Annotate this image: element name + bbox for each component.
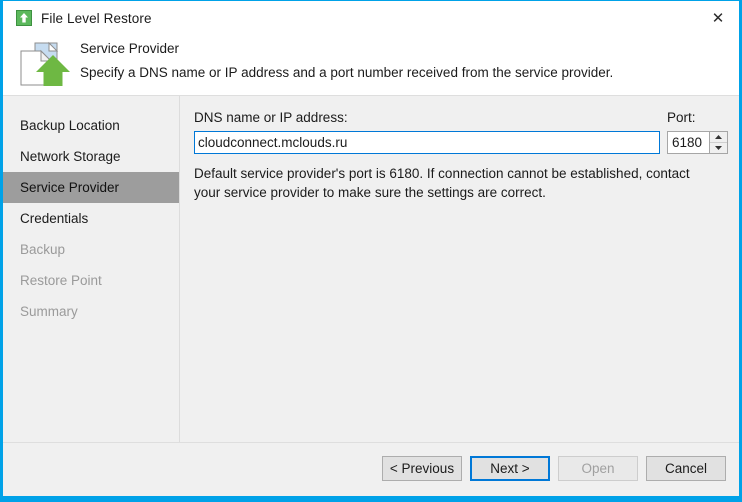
spinner-up-arrow-icon <box>715 135 722 139</box>
close-button[interactable]: ✕ <box>697 2 739 35</box>
sidebar-item-restore-point: Restore Point <box>3 265 179 296</box>
wizard-footer: < Previous Next > Open Cancel <box>3 442 739 496</box>
connection-fields-row: DNS name or IP address: Port: <box>194 110 728 162</box>
dns-field-label: DNS name or IP address: <box>194 110 348 125</box>
file-restore-icon <box>20 41 70 86</box>
wizard-header: Service Provider Specify a DNS name or I… <box>3 35 739 96</box>
close-icon: ✕ <box>711 8 725 27</box>
page-subtitle: Specify a DNS name or IP address and a p… <box>80 65 614 80</box>
sidebar-item-backup-location[interactable]: Backup Location <box>3 110 179 141</box>
green-upload-arrow-icon <box>16 10 32 26</box>
sidebar-item-backup: Backup <box>3 234 179 265</box>
page-title: Service Provider <box>80 41 180 56</box>
port-field-label: Port: <box>667 110 696 125</box>
sidebar-item-label: Summary <box>20 304 78 319</box>
port-hint-text: Default service provider's port is 6180.… <box>194 166 690 200</box>
next-button[interactable]: Next > <box>470 456 550 481</box>
file-level-restore-window: File Level Restore ✕ Service Provider Sp… <box>0 0 742 502</box>
sidebar-item-label: Backup Location <box>20 118 120 133</box>
port-spinner-down-button[interactable] <box>710 143 727 153</box>
sidebar-item-network-storage[interactable]: Network Storage <box>3 141 179 172</box>
sidebar-item-service-provider[interactable]: Service Provider <box>3 172 179 203</box>
sidebar-item-label: Service Provider <box>20 180 120 195</box>
window-title: File Level Restore <box>41 10 152 26</box>
title-bar: File Level Restore ✕ <box>3 1 739 35</box>
cancel-button[interactable]: Cancel <box>646 456 726 481</box>
sidebar-item-label: Network Storage <box>20 149 121 164</box>
wizard-main-pane: DNS name or IP address: Port: <box>181 96 739 443</box>
sidebar-item-label: Credentials <box>20 211 89 226</box>
spinner-down-arrow-icon <box>715 146 722 150</box>
port-stepper[interactable] <box>667 131 728 154</box>
sidebar-item-label: Restore Point <box>20 273 102 288</box>
header-text-block: Service Provider Specify a DNS name or I… <box>80 40 725 82</box>
sidebar-item-credentials[interactable]: Credentials <box>3 203 179 234</box>
open-button: Open <box>558 456 638 481</box>
port-spinner-up-button[interactable] <box>710 132 727 143</box>
sidebar-item-label: Backup <box>20 242 66 257</box>
footer-button-group: < Previous Next > Open Cancel <box>382 456 726 481</box>
dns-name-input[interactable] <box>194 131 660 154</box>
wizard-body: Backup Location Network Storage Service … <box>3 96 739 443</box>
sidebar-item-summary: Summary <box>3 296 179 327</box>
port-input[interactable] <box>668 132 709 153</box>
wizard-step-list: Backup Location Network Storage Service … <box>3 96 180 443</box>
previous-button[interactable]: < Previous <box>382 456 462 481</box>
port-spinner-buttons[interactable] <box>709 132 727 153</box>
